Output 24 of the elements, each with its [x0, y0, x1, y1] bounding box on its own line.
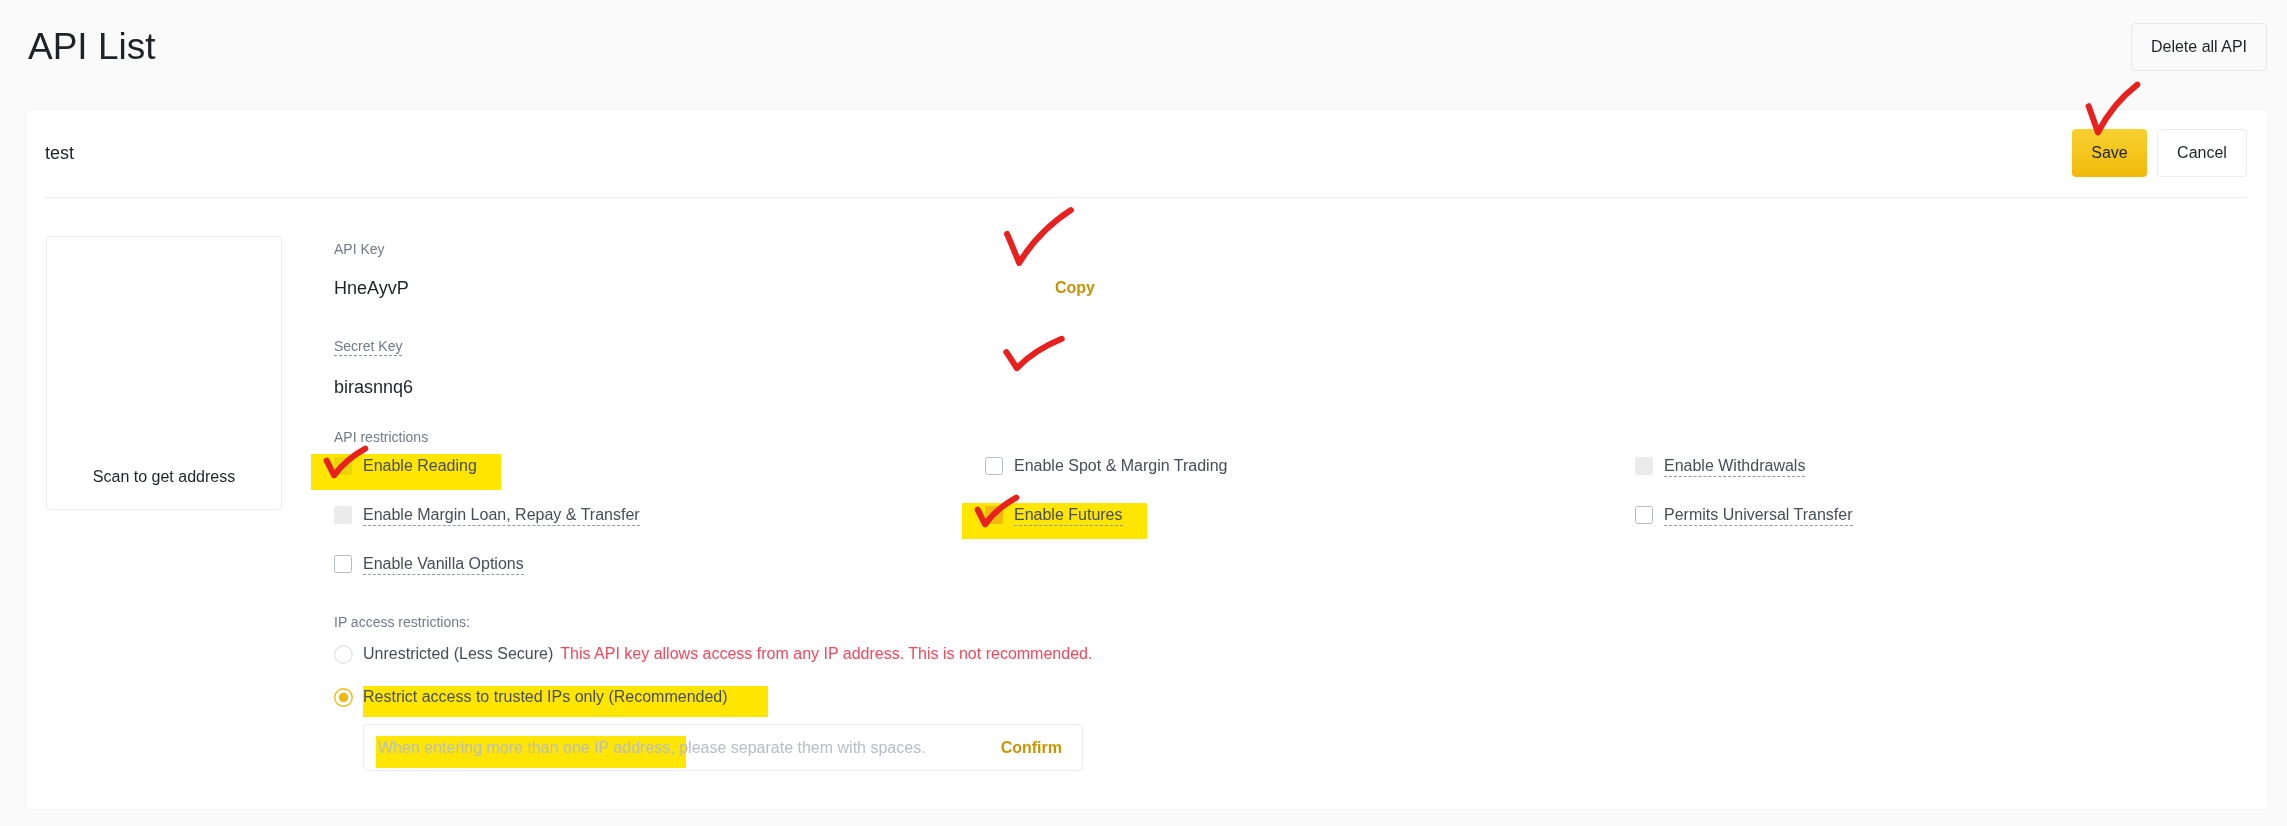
qr-caption: Scan to get address	[92, 467, 236, 487]
field-label: API Key	[334, 240, 385, 258]
section-label: IP access restrictions:	[334, 613, 470, 631]
checkbox-label[interactable]: Enable Spot & Margin Trading	[1014, 455, 1228, 477]
api-name: test	[45, 142, 74, 165]
checkbox-label[interactable]: Enable Futures	[1014, 504, 1123, 526]
checkbox-label[interactable]: Permits Universal Transfer	[1664, 504, 1853, 526]
checkbox[interactable]	[985, 457, 1003, 475]
checkbox[interactable]	[334, 555, 352, 573]
radio-button[interactable]	[334, 687, 353, 707]
secret-key-value: birasnnq6	[334, 376, 414, 399]
radio-label[interactable]: Restrict access to trusted IPs only (Recommended)	[363, 686, 768, 717]
delete-all-api-button[interactable]: Delete all API	[2130, 23, 2267, 71]
cancel-button[interactable]: Cancel	[2157, 129, 2247, 177]
section-label: API restrictions	[334, 428, 429, 446]
save-button[interactable]: Save	[2072, 129, 2147, 177]
checkbox-label[interactable]: Enable Vanilla Options	[363, 553, 524, 575]
radio-button[interactable]	[334, 644, 353, 664]
api-key-value: HneAyvP	[334, 277, 409, 300]
field-label: Secret Key	[334, 337, 403, 356]
page-title: API List	[28, 25, 156, 69]
warning-text: This API key allows access from any IP address. This is not recommended.	[560, 644, 1093, 664]
checkbox[interactable]	[1635, 506, 1653, 524]
radio-label[interactable]: Unrestricted (Less Secure)	[363, 643, 554, 665]
